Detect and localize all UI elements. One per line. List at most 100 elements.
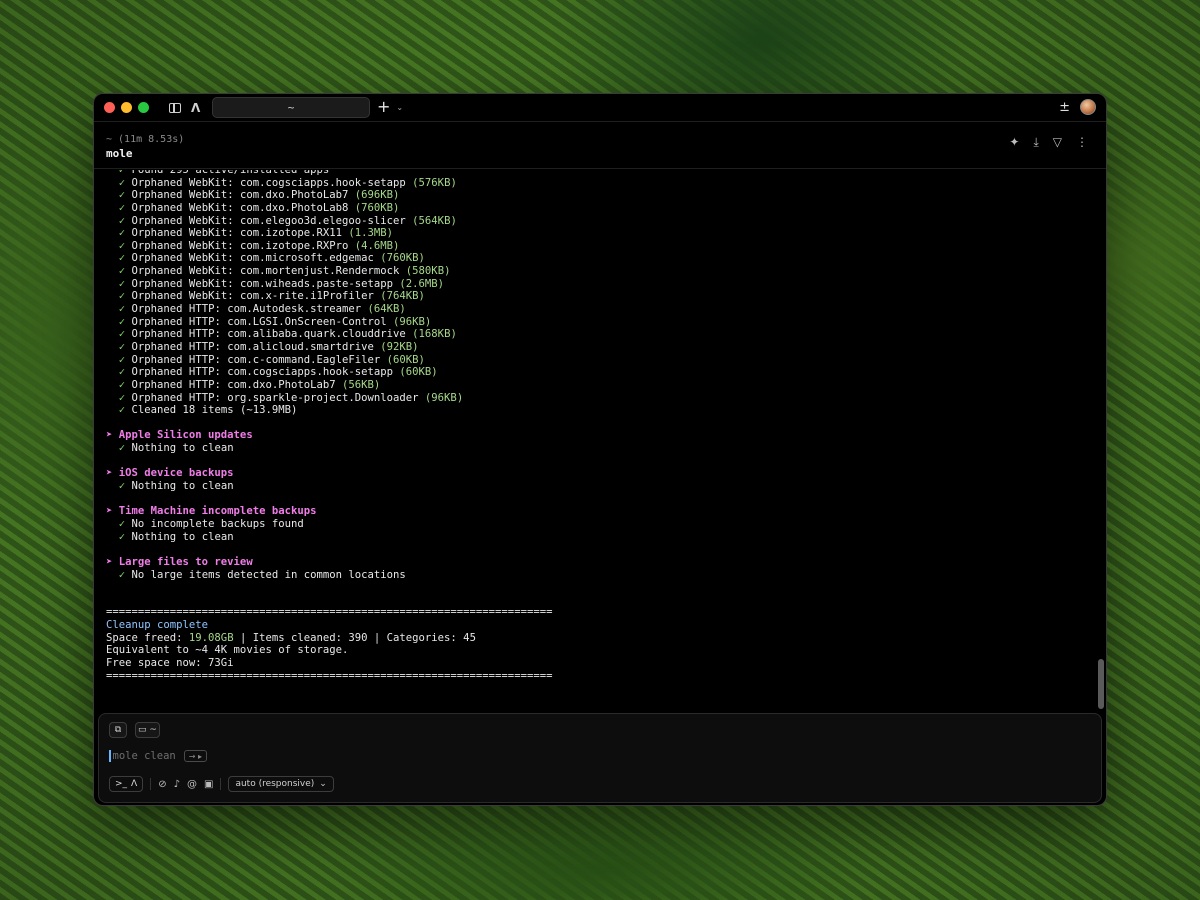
output-line-item: ✓ Orphaned HTTP: com.Autodesk.streamer (…	[118, 303, 406, 316]
output-line-item: ✓ Orphaned WebKit: com.x-rite.i1Profiler…	[118, 290, 425, 303]
size-value: (56KB)	[335, 378, 381, 391]
command-composer: ⧉ ▭ ~ mole clean → ▸ >_ Λ ⊘ ♪ @ ▣ auto (…	[98, 713, 1102, 803]
prompt-row: mole clean → ▸	[109, 750, 207, 762]
output-line-item: ✓ Orphaned HTTP: com.dxo.PhotoLab7 (56KB…	[118, 378, 381, 391]
size-value: (1.3MB)	[342, 227, 394, 240]
size-value: (96KB)	[386, 315, 432, 328]
folder-chip[interactable]: ▭ ~	[135, 722, 160, 738]
titlebar-right: ±	[1059, 99, 1096, 115]
agent-mode-icon[interactable]: Λ	[131, 779, 137, 789]
output-line-item: ✓ Nothing to clean	[118, 480, 234, 493]
space-freed-value: 19.08GB	[188, 631, 234, 644]
terminal-mode-icon[interactable]: >_	[115, 779, 127, 789]
tab-home[interactable]: ~	[212, 97, 370, 118]
size-value: (760KB)	[373, 252, 425, 265]
new-tab-button[interactable]: +	[377, 99, 390, 115]
more-icon[interactable]: ⋮	[1076, 135, 1088, 150]
sidebar-toggle-icon[interactable]	[169, 102, 181, 113]
model-label: auto (responsive)	[235, 779, 315, 789]
size-value: (696KB)	[348, 189, 400, 202]
output-line-blank	[106, 581, 1092, 594]
model-selector[interactable]: auto (responsive) ⌄	[228, 776, 334, 792]
size-value: (96KB)	[418, 391, 464, 404]
avatar[interactable]	[1080, 99, 1096, 115]
size-value: (576KB)	[405, 176, 457, 189]
output-line-item: ✓ Orphaned HTTP: com.c-command.EagleFile…	[118, 353, 425, 366]
filter-icon[interactable]: ▽	[1053, 135, 1062, 150]
output-line-item: ✓ Nothing to clean	[118, 530, 234, 543]
chevron-down-icon[interactable]: ⌄	[396, 103, 403, 112]
output-line-item: ✓ Orphaned WebKit: com.microsoft.edgemac…	[118, 252, 425, 265]
output-line-title: Cleanup complete	[106, 619, 209, 632]
output-line-section: ➤ Large files to review	[106, 555, 253, 568]
size-value: (168KB)	[405, 328, 457, 341]
scrollbar[interactable]	[1098, 659, 1104, 709]
output-line-item: ✓ Orphaned WebKit: com.dxo.PhotoLab7 (69…	[118, 189, 400, 202]
divider	[150, 778, 152, 790]
size-value: (92KB)	[373, 340, 419, 353]
output-line-freed: Space freed: 19.08GB | Items cleaned: 39…	[106, 631, 476, 644]
image-icon[interactable]: ▣	[204, 779, 213, 790]
chevron-down-icon: ⌄	[319, 779, 327, 789]
download-icon[interactable]: ⤓	[1033, 135, 1038, 150]
minimize-window-button[interactable]	[121, 102, 132, 113]
output-line-rule: ========================================…	[106, 669, 553, 682]
output-line-blank	[106, 594, 1092, 607]
output-line-plain: Equivalent to ~4 4K movies of storage.	[106, 644, 349, 657]
size-value: (60KB)	[380, 353, 425, 366]
close-window-button[interactable]	[104, 102, 115, 113]
size-value: (764KB)	[373, 290, 425, 303]
agent-logo-icon[interactable]: Λ	[191, 101, 200, 115]
slash-command-icon[interactable]: ⊘	[158, 779, 166, 790]
size-value: (564KB)	[405, 214, 457, 227]
command-input[interactable]: mole clean	[113, 750, 176, 762]
zoom-window-button[interactable]	[138, 102, 149, 113]
output-line-section: ➤ Apple Silicon updates	[106, 429, 253, 442]
output-line-item: ✓ Orphaned HTTP: com.alicloud.smartdrive…	[118, 340, 419, 353]
block-meta: ~ (11m 8.53s)	[106, 134, 185, 145]
size-value: (2.6MB)	[393, 277, 445, 290]
output-line-item: ✓ No incomplete backups found	[118, 517, 304, 530]
output-line-item: ✓ Orphaned WebKit: com.mortenjust.Render…	[118, 265, 451, 278]
output-line-blank	[106, 543, 1092, 556]
output-line-item: ✓ Orphaned WebKit: com.dxo.PhotoLab8 (76…	[118, 201, 400, 214]
output-line-item: ✓ Orphaned HTTP: com.cogsciapps.hook-set…	[118, 366, 438, 379]
accept-suggestion-hint[interactable]: → ▸	[183, 750, 207, 762]
output-line-item: ✓ Orphaned HTTP: com.alibaba.quark.cloud…	[118, 328, 457, 341]
composer-toolbar: >_ Λ ⊘ ♪ @ ▣ auto (responsive) ⌄	[109, 776, 334, 792]
terminal-output[interactable]: ✓ Found 295 active/installed apps ✓ Orph…	[106, 170, 1092, 690]
sparkle-icon[interactable]: ✦	[1009, 135, 1019, 150]
output-line-item: ✓ Orphaned WebKit: com.cogsciapps.hook-s…	[118, 176, 457, 189]
block-command: mole	[106, 147, 133, 160]
output-line-item: ✓ Orphaned HTTP: org.sparkle-project.Dow…	[118, 391, 464, 404]
output-line-item: ✓ Orphaned WebKit: com.wiheads.paste-set…	[118, 277, 445, 290]
output-line-item: ✓ Orphaned HTTP: com.LGSI.OnScreen-Contr…	[118, 315, 432, 328]
folder-chip-label: ▭ ~	[138, 725, 157, 735]
size-value: (60KB)	[393, 366, 438, 379]
tab-title: ~	[287, 101, 295, 114]
output-line-blank	[106, 455, 1092, 468]
output-line-item: ✓ Orphaned WebKit: com.elegoo3d.elegoo-s…	[118, 214, 457, 227]
plus-minus-icon[interactable]: ±	[1059, 100, 1070, 115]
titlebar: Λ ~ + ⌄ ±	[94, 94, 1106, 122]
context-icon: ⧉	[114, 725, 122, 735]
mention-icon[interactable]: @	[187, 779, 197, 790]
output-line-item: ✓ Nothing to clean	[118, 442, 234, 455]
block-actions: ✦ ⤓ ▽ ⋮	[1009, 135, 1088, 150]
output-line-item: ✓ Cleaned 18 items (~13.9MB)	[118, 404, 298, 417]
size-value: (760KB)	[348, 201, 400, 214]
mode-toggle[interactable]: >_ Λ	[109, 776, 144, 792]
output-line-blank	[106, 417, 1092, 430]
output-line-blank	[106, 493, 1092, 506]
microphone-icon[interactable]: ♪	[174, 779, 180, 790]
output-line-item: ✓ Found 295 active/installed apps	[106, 170, 1092, 177]
divider	[220, 778, 222, 790]
context-chip[interactable]: ⧉	[109, 722, 127, 738]
output-line-section: ➤ Time Machine incomplete backups	[106, 505, 317, 518]
output-line-section: ➤ iOS device backups	[106, 467, 234, 480]
output-line-rule: ========================================…	[106, 606, 553, 619]
output-line-item: ✓ No large items detected in common loca…	[118, 568, 406, 581]
output-line-item: ✓ Orphaned WebKit: com.izotope.RXPro (4.…	[118, 239, 400, 252]
text-caret	[109, 750, 111, 762]
size-value: (4.6MB)	[348, 239, 400, 252]
